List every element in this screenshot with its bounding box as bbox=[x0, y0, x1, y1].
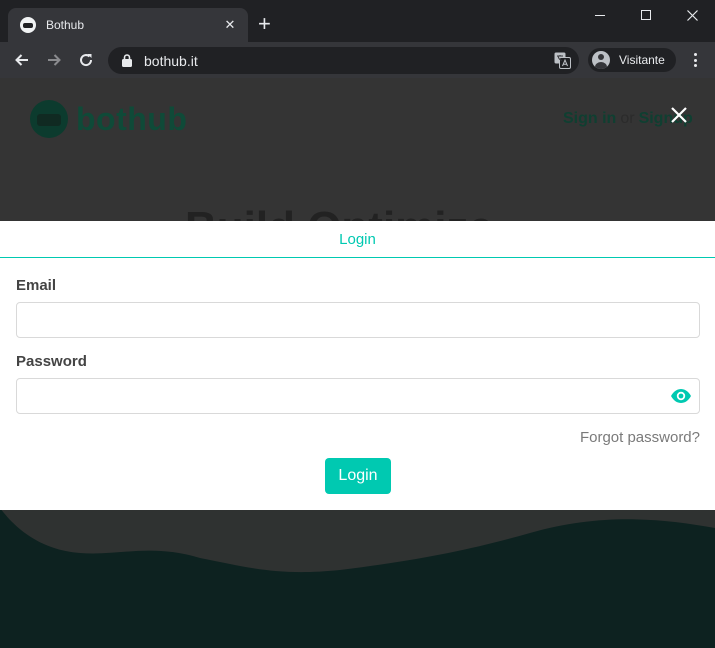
kebab-dot bbox=[693, 53, 697, 56]
logo-text: bothub bbox=[76, 100, 188, 137]
maximize-icon bbox=[641, 10, 651, 20]
address-bar[interactable]: bothub.it bbox=[108, 47, 579, 74]
kebab-dot bbox=[693, 58, 697, 62]
window-close-icon bbox=[686, 9, 698, 21]
bothub-logo-icon bbox=[30, 100, 68, 138]
password-field[interactable] bbox=[16, 378, 700, 414]
forward-button[interactable] bbox=[43, 49, 65, 71]
arrow-left-icon bbox=[15, 54, 28, 66]
back-button[interactable] bbox=[11, 49, 33, 71]
account-circle-icon bbox=[592, 51, 610, 69]
lock-icon bbox=[122, 54, 132, 67]
close-icon[interactable] bbox=[670, 106, 688, 124]
email-field[interactable] bbox=[16, 302, 700, 338]
reload-button[interactable] bbox=[75, 49, 97, 71]
new-tab-button[interactable]: + bbox=[258, 12, 271, 36]
sign-in-link[interactable]: Sign in bbox=[563, 110, 616, 127]
eye-icon[interactable] bbox=[670, 388, 692, 404]
login-modal: Login Email Password Forgot password? Lo… bbox=[0, 221, 715, 510]
translate-icon[interactable] bbox=[554, 52, 571, 69]
tab-login[interactable]: Login bbox=[0, 221, 715, 258]
login-button[interactable]: Login bbox=[325, 458, 391, 494]
forgot-password-link[interactable]: Forgot password? bbox=[580, 429, 700, 446]
tab-title: Bothub bbox=[46, 18, 85, 32]
profile-button[interactable]: Visitante bbox=[588, 48, 676, 72]
reload-icon bbox=[80, 54, 93, 67]
email-label: Email bbox=[16, 277, 57, 294]
profile-name: Visitante bbox=[619, 53, 665, 67]
url-text: bothub.it bbox=[144, 52, 198, 69]
browser-menu-button[interactable] bbox=[686, 50, 704, 70]
bothub-favicon-icon bbox=[20, 17, 36, 33]
minimize-icon bbox=[595, 14, 605, 16]
window-close-button[interactable] bbox=[669, 4, 715, 26]
window-maximize-button[interactable] bbox=[623, 4, 669, 26]
tab-close-icon[interactable]: ✕ bbox=[222, 17, 238, 33]
page-wave-background bbox=[0, 488, 715, 648]
browser-toolbar: bothub.it Visitante bbox=[0, 42, 715, 78]
window-minimize-button[interactable] bbox=[577, 4, 623, 26]
browser-tab[interactable]: Bothub ✕ bbox=[8, 8, 248, 42]
arrow-right-icon bbox=[48, 54, 61, 66]
kebab-dot bbox=[693, 64, 697, 67]
password-label: Password bbox=[16, 353, 87, 370]
or-text: or bbox=[620, 110, 635, 127]
tab-login-label: Login bbox=[339, 230, 376, 248]
site-logo[interactable]: bothub bbox=[30, 100, 187, 138]
browser-tabstrip: Bothub ✕ + bbox=[0, 0, 715, 42]
